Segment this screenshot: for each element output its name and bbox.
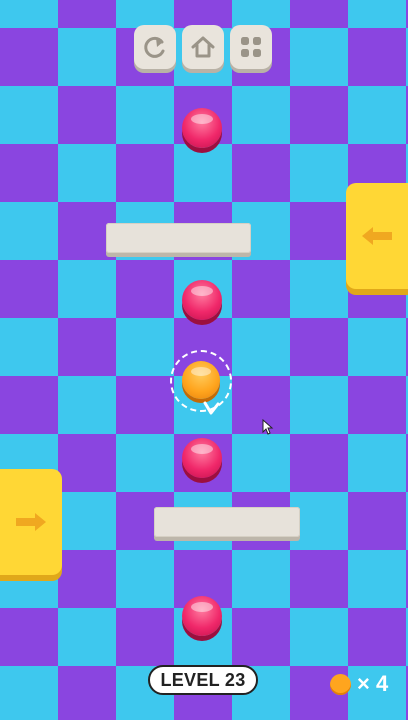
barrier-platform	[106, 223, 251, 253]
restart-button[interactable]	[134, 25, 176, 69]
menu-button[interactable]	[230, 25, 272, 69]
arrow-right-icon	[16, 513, 46, 531]
coin-icon	[330, 673, 351, 695]
coin-counter: × 4	[330, 670, 388, 698]
left-push-pad[interactable]	[0, 469, 62, 575]
barrier-platform	[154, 507, 300, 537]
pink-target-ball	[182, 280, 222, 320]
home-button[interactable]	[182, 25, 224, 69]
coin-count-label: × 4	[357, 671, 389, 696]
home-icon	[191, 36, 215, 58]
level-indicator: LEVEL 23	[148, 665, 258, 695]
pink-target-ball	[182, 596, 222, 636]
grid-menu-icon	[241, 37, 261, 57]
pink-target-ball	[182, 438, 222, 478]
pink-target-ball	[182, 108, 222, 148]
arrow-left-icon	[362, 227, 392, 245]
player-ball[interactable]	[182, 361, 220, 399]
restart-icon	[144, 36, 165, 58]
right-push-pad[interactable]	[346, 183, 408, 289]
rotate-direction-icon	[203, 401, 220, 415]
mouse-cursor-icon	[262, 419, 274, 435]
